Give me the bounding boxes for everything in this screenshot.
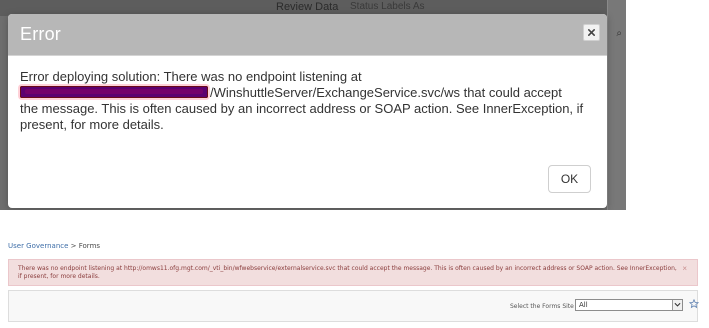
background-right-strip: ⌕ (607, 0, 626, 210)
error-message-line: /WinshuttleServer/ExchangeService.svc/ws… (20, 85, 590, 101)
ok-button[interactable]: OK (548, 165, 591, 193)
modal-screenshot: Review Data Status Labels As ⌕ Error Err… (0, 0, 626, 210)
error-banner-text: There was no endpoint listening at http:… (18, 265, 677, 280)
error-message-line: present, for more details. (20, 117, 164, 132)
error-message-line: Error deploying solution: There was no e… (20, 69, 362, 84)
forms-filter-panel: Select the Forms Site All (8, 290, 699, 322)
close-icon (587, 28, 596, 37)
background-search-icon: ⌕ (616, 28, 622, 39)
dialog-close-button[interactable] (583, 24, 600, 41)
forms-site-select[interactable]: All (575, 299, 683, 311)
error-message-line: the message. This is often caused by an … (20, 101, 584, 116)
error-banner: There was no endpoint listening at http:… (8, 259, 698, 286)
screenshot-collage: Review Data Status Labels As ⌕ Error Err… (0, 0, 709, 328)
breadcrumb-separator: > (68, 242, 79, 250)
forms-site-selected-value: All (579, 301, 588, 309)
background-tab-label: Review Data (276, 1, 339, 13)
error-message-endpoint-text: /WinshuttleServer/ExchangeService.svc/ws… (210, 85, 562, 100)
forms-page-screenshot: User Governance > Forms There was no end… (7, 235, 704, 325)
select-arrow-glyph (674, 302, 681, 307)
forms-site-label: Select the Forms Site (510, 303, 574, 310)
error-dialog: Error Error deploying solution: There wa… (8, 14, 607, 208)
background-tab-label-secondary: Status Labels As (350, 1, 425, 12)
favorite-star-button[interactable] (689, 299, 699, 309)
star-icon (689, 299, 699, 309)
redacted-url-block (20, 86, 208, 98)
error-banner-close-button[interactable]: × (682, 265, 687, 273)
breadcrumb-current-forms: Forms (78, 242, 101, 250)
breadcrumb: User Governance > Forms (8, 242, 100, 250)
error-dialog-header: Error (8, 14, 607, 56)
breadcrumb-link-user-governance[interactable]: User Governance (8, 242, 68, 250)
error-dialog-message: Error deploying solution: There was no e… (20, 69, 590, 133)
error-dialog-title: Error (20, 24, 61, 44)
chevron-down-icon (672, 300, 682, 310)
